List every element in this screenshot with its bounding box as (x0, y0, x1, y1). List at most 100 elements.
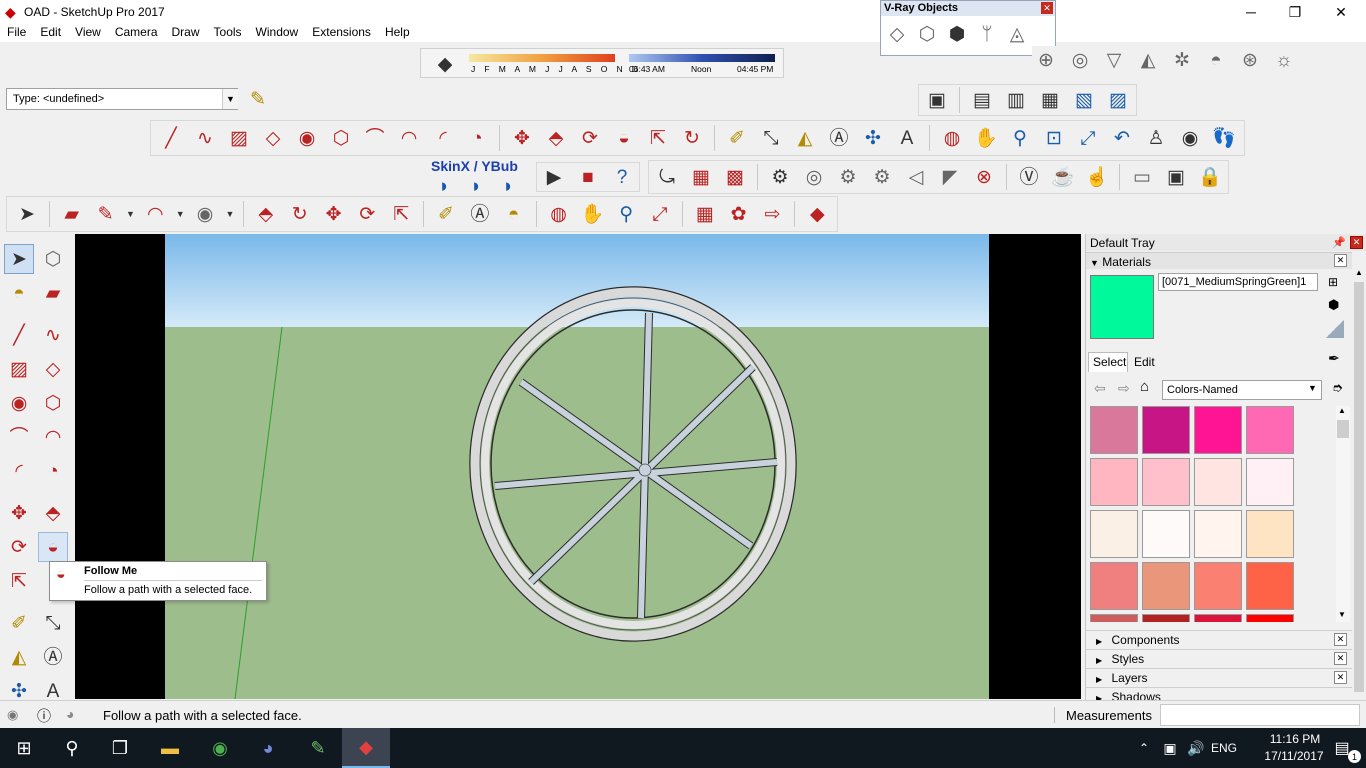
material-swatch[interactable] (1142, 510, 1190, 558)
pie-tool-icon[interactable]: ◔ (463, 124, 491, 152)
tape-measure-icon[interactable]: ✐ (432, 200, 460, 228)
scroll-up-icon[interactable]: ▲ (1355, 268, 1363, 277)
tab-edit[interactable]: Edit (1130, 352, 1170, 372)
material-swatch[interactable] (1246, 510, 1294, 558)
ies-light-icon[interactable]: ◭ (1134, 46, 1162, 74)
camera-clear-icon[interactable]: ⊗ (970, 163, 998, 191)
zoom-window-icon[interactable]: ⊡ (1040, 124, 1068, 152)
chevron-down-icon[interactable]: ▼ (225, 200, 235, 228)
discord-icon[interactable]: ◕ (244, 728, 292, 768)
chevron-down-icon[interactable]: ▼ (1308, 383, 1317, 393)
material-name-field[interactable]: [0071_MediumSpringGreen]1 (1158, 273, 1318, 291)
tape-measure-icon[interactable]: ✐ (723, 124, 751, 152)
current-material-swatch[interactable] (1090, 275, 1154, 339)
polygon-tool-icon[interactable]: ⬡ (327, 124, 355, 152)
push-pull-icon[interactable]: ⬘ (38, 498, 68, 528)
push-pull-icon[interactable]: ⬘ (252, 200, 280, 228)
right-view-icon[interactable]: ▦ (1036, 86, 1064, 114)
month-slider[interactable] (469, 54, 615, 62)
tray-close-button[interactable]: ✕ (1350, 236, 1363, 249)
menu-help[interactable]: Help (378, 24, 417, 42)
axes-tool-icon[interactable]: ✣ (859, 124, 887, 152)
material-swatch[interactable] (1090, 562, 1138, 610)
share-model-icon[interactable]: ⇨ (759, 200, 787, 228)
warehouse-icon[interactable]: ▦ (691, 200, 719, 228)
sandbox-smoove-icon[interactable]: ▩ (721, 163, 749, 191)
text-icon[interactable]: Ⓐ (466, 200, 494, 228)
dome-light-icon[interactable]: ◓ (1202, 46, 1230, 74)
move-icon[interactable]: ✥ (320, 200, 348, 228)
freehand-icon[interactable]: ∿ (38, 320, 68, 350)
menu-window[interactable]: Window (249, 24, 306, 42)
frame-buffer-icon[interactable]: ▭ (1128, 163, 1156, 191)
styles-close-button[interactable]: ✕ (1334, 652, 1347, 665)
chevron-down-icon[interactable]: ▼ (222, 89, 238, 109)
materials-close-button[interactable]: ✕ (1334, 254, 1347, 267)
rotate-tool-icon[interactable]: ⟳ (576, 124, 604, 152)
close-window-button[interactable]: ✕ (1318, 0, 1364, 24)
top-view-icon[interactable]: ▤ (968, 86, 996, 114)
maximize-button[interactable]: ❐ (1272, 0, 1318, 24)
menu-tools[interactable]: Tools (207, 24, 249, 42)
orbit-tool-icon[interactable]: ◍ (938, 124, 966, 152)
pin-icon[interactable]: 📌 (1332, 236, 1346, 249)
rotate-icon[interactable]: ⟳ (353, 200, 381, 228)
modeling-viewport[interactable] (75, 234, 1081, 699)
iso-view-icon[interactable]: ▣ (923, 86, 951, 114)
rotated-rectangle-icon[interactable]: ◇ (38, 354, 68, 384)
camera-plane-icon[interactable]: ◤ (936, 163, 964, 191)
menu-edit[interactable]: Edit (33, 24, 68, 42)
tape-measure-icon[interactable]: ✐ (4, 608, 34, 638)
tray-scrollbar[interactable]: ▲ (1352, 266, 1366, 700)
eyedropper-icon[interactable]: ✒ (1328, 350, 1340, 367)
material-swatch[interactable] (1246, 406, 1294, 454)
notifications-icon[interactable]: ▤ (1318, 728, 1366, 768)
sphere-light-icon[interactable]: ◎ (1066, 46, 1094, 74)
render-icon[interactable]: ☝ (1083, 163, 1111, 191)
task-view-icon[interactable]: ❐ (96, 728, 144, 768)
create-material-icon[interactable]: ⊞ (1328, 275, 1338, 289)
walk-tool-icon[interactable]: 👣 (1210, 124, 1238, 152)
move-tool-icon[interactable]: ✥ (508, 124, 536, 152)
sample-paint-icon[interactable] (1326, 320, 1344, 338)
components-section[interactable]: ▶ Components (1086, 630, 1352, 648)
arc-icon[interactable]: ⌒ (4, 422, 34, 452)
rotated-rectangle-icon[interactable]: ◇ (259, 124, 287, 152)
model-scene[interactable] (165, 234, 989, 699)
three-point-arc-icon[interactable]: ◜ (429, 124, 457, 152)
line-tool-icon[interactable]: ╱ (4, 320, 34, 350)
spot-light-icon[interactable]: ▽ (1100, 46, 1128, 74)
extension-warehouse-icon[interactable]: ✿ (725, 200, 753, 228)
model-materials-icon[interactable]: ⬢ (1328, 297, 1339, 313)
material-editor-icon[interactable]: ☕ (1049, 163, 1077, 191)
user-icon[interactable]: ◕ (66, 706, 74, 722)
info-icon[interactable]: ⓘ (37, 706, 51, 726)
material-swatch[interactable] (1090, 458, 1138, 506)
film-camera-icon[interactable]: ⚙ (766, 163, 794, 191)
camera-look-icon[interactable]: ⚙ (868, 163, 896, 191)
geolocation-icon[interactable]: ◉ (7, 707, 18, 723)
sun-light-icon[interactable]: ☼ (1270, 46, 1298, 74)
vray-close-button[interactable]: ✕ (1041, 2, 1053, 14)
styles-section[interactable]: ▶ Styles (1086, 649, 1352, 667)
material-swatch[interactable] (1090, 406, 1138, 454)
previous-view-icon[interactable]: ↶ (1108, 124, 1136, 152)
layers-section[interactable]: ▶ Layers (1086, 668, 1352, 686)
frustum-icon[interactable]: ◁ (902, 163, 930, 191)
library-select[interactable]: Colors-Named (1162, 380, 1322, 400)
home-icon[interactable]: ⌂ (1140, 378, 1149, 395)
material-swatch[interactable] (1246, 562, 1294, 610)
circle-tool-icon[interactable]: ◉ (293, 124, 321, 152)
back-arrow-icon[interactable]: ⇦ (1094, 380, 1106, 397)
swatch-scrollbar[interactable]: ▲ ▼ (1336, 406, 1350, 622)
paint-bucket-icon[interactable]: ◓ (4, 278, 34, 308)
freehand-tool-icon[interactable]: ∿ (191, 124, 219, 152)
chrome-icon[interactable]: ◉ (196, 728, 244, 768)
text-tool-icon[interactable]: Ⓐ (825, 124, 853, 152)
materials-header[interactable]: ▼ Materials (1086, 252, 1352, 269)
help-icon[interactable]: ? (608, 163, 636, 191)
eraser-icon[interactable]: ▰ (58, 200, 86, 228)
menu-file[interactable]: File (0, 24, 33, 42)
chevron-down-icon[interactable]: ▼ (175, 200, 185, 228)
tab-select[interactable]: Select (1088, 352, 1128, 372)
